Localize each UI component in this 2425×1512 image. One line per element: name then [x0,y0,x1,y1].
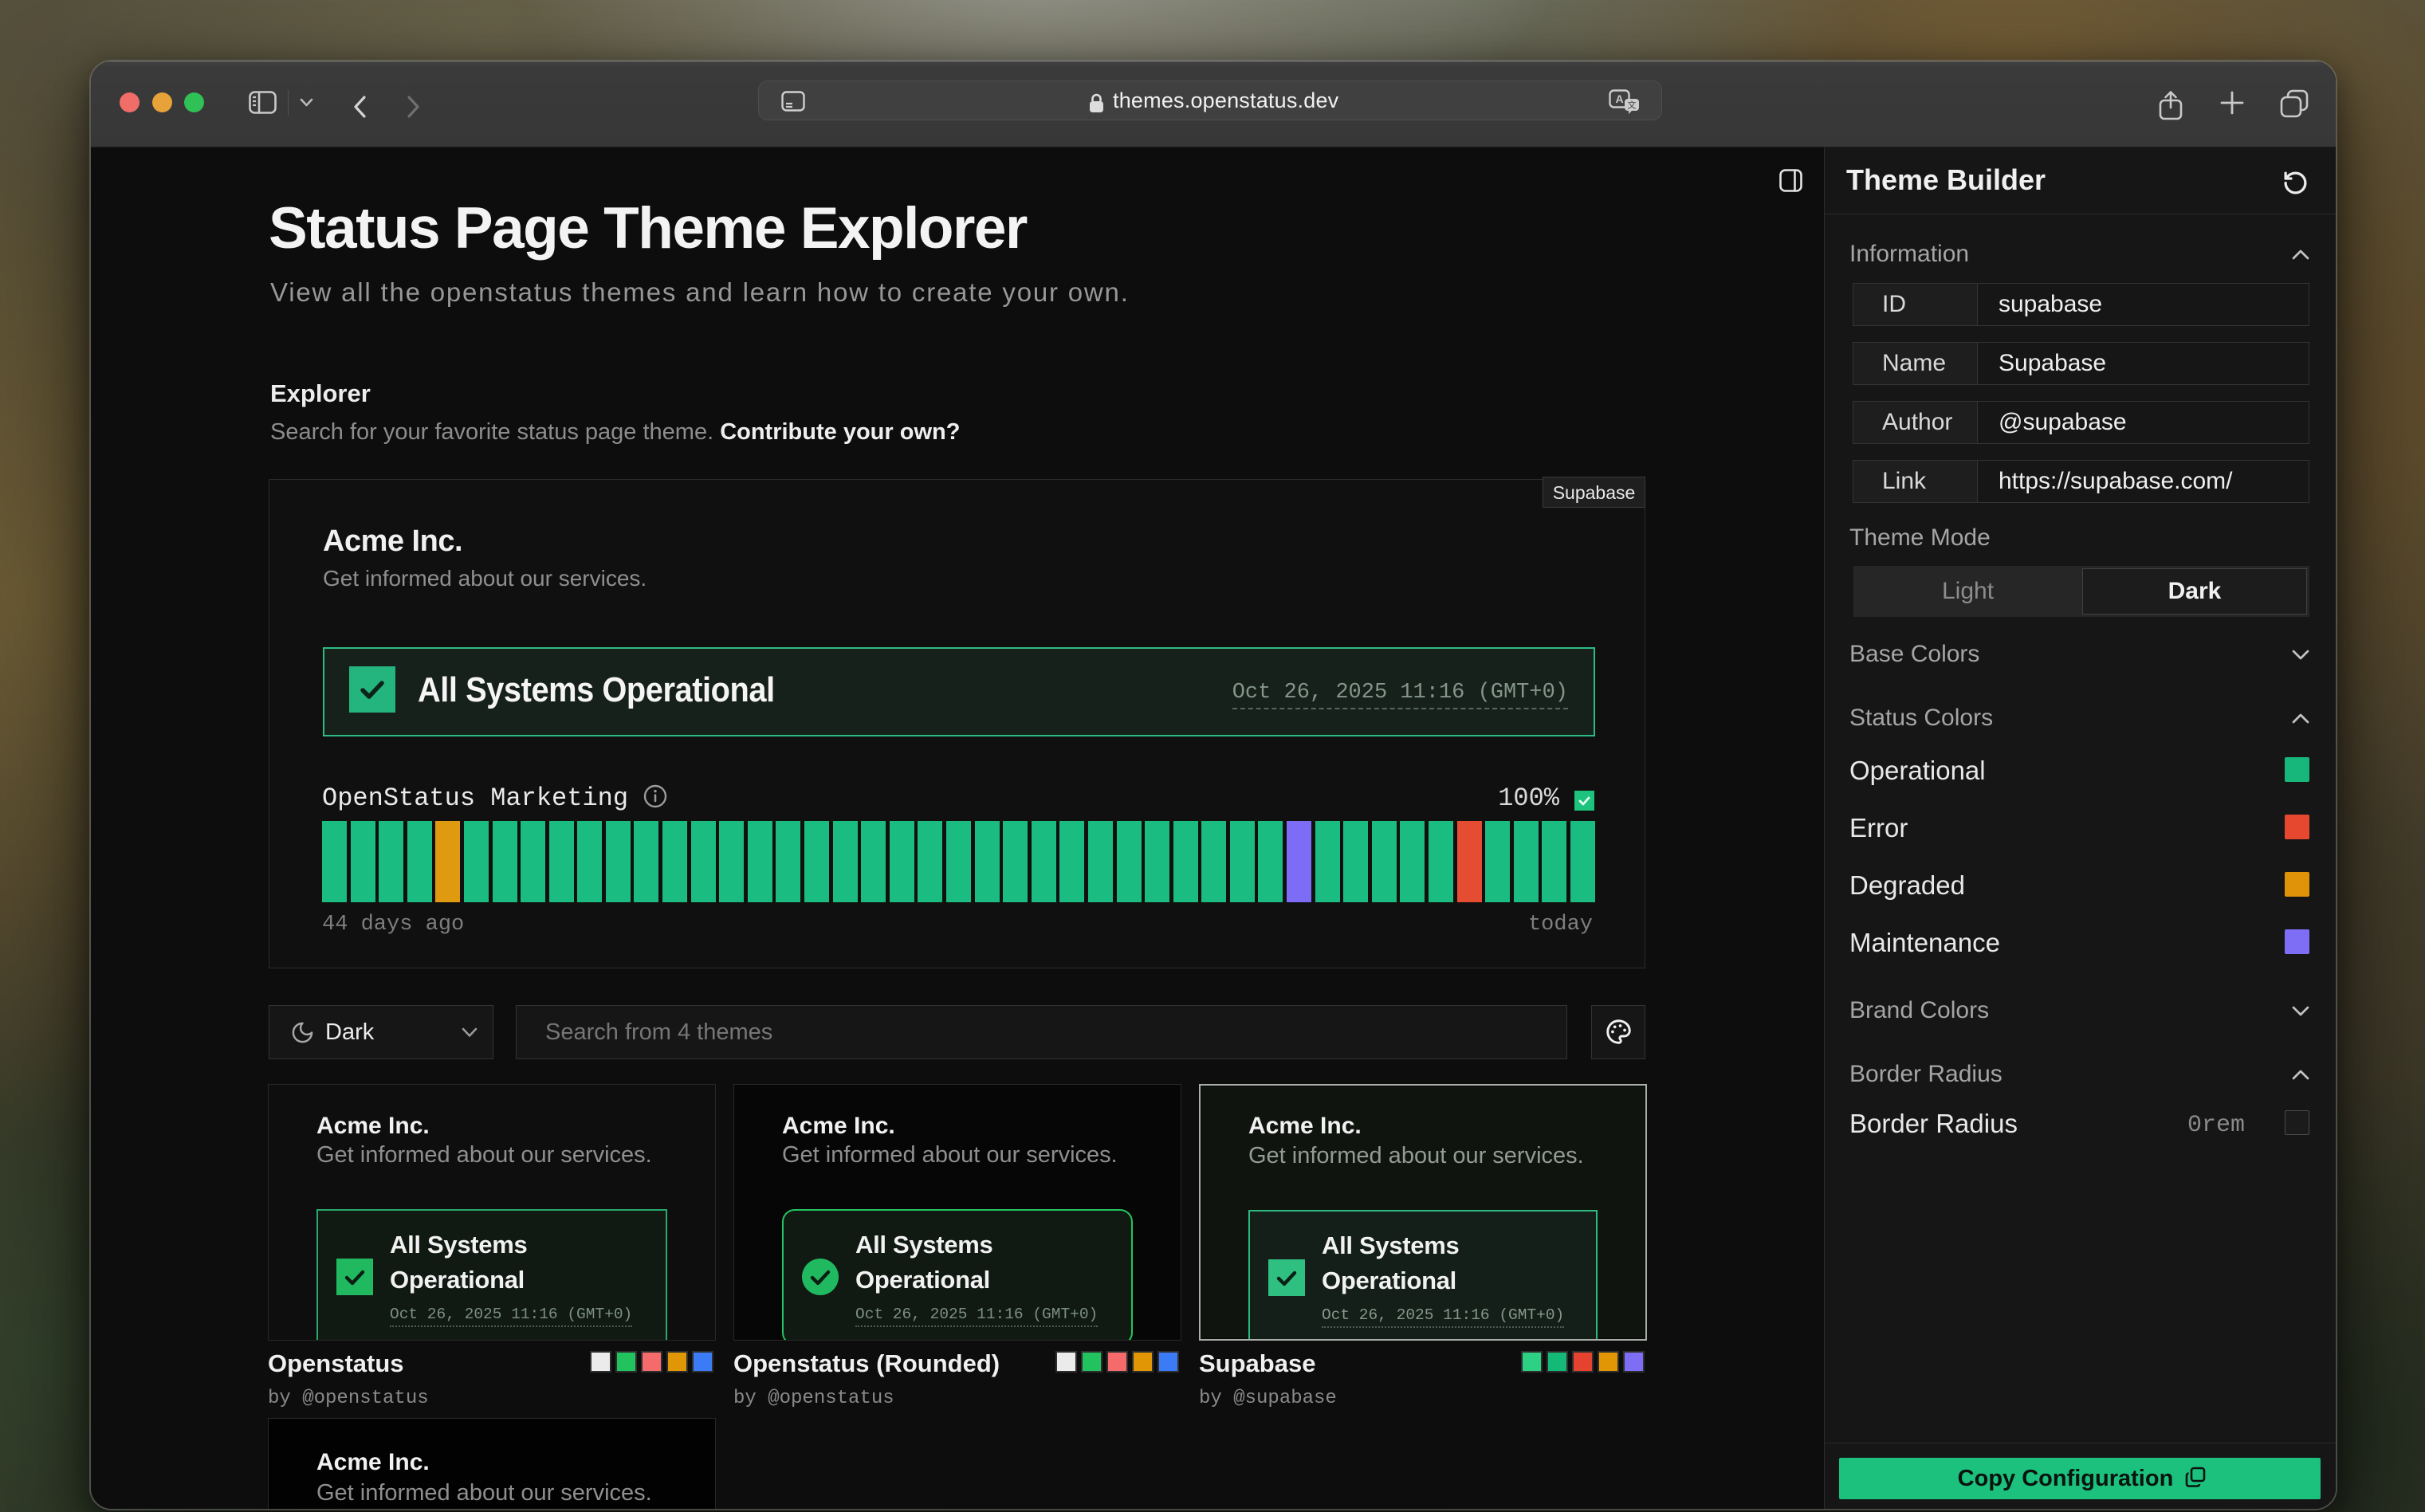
svg-text:A: A [1615,92,1623,105]
svg-text:文: 文 [1628,100,1637,111]
